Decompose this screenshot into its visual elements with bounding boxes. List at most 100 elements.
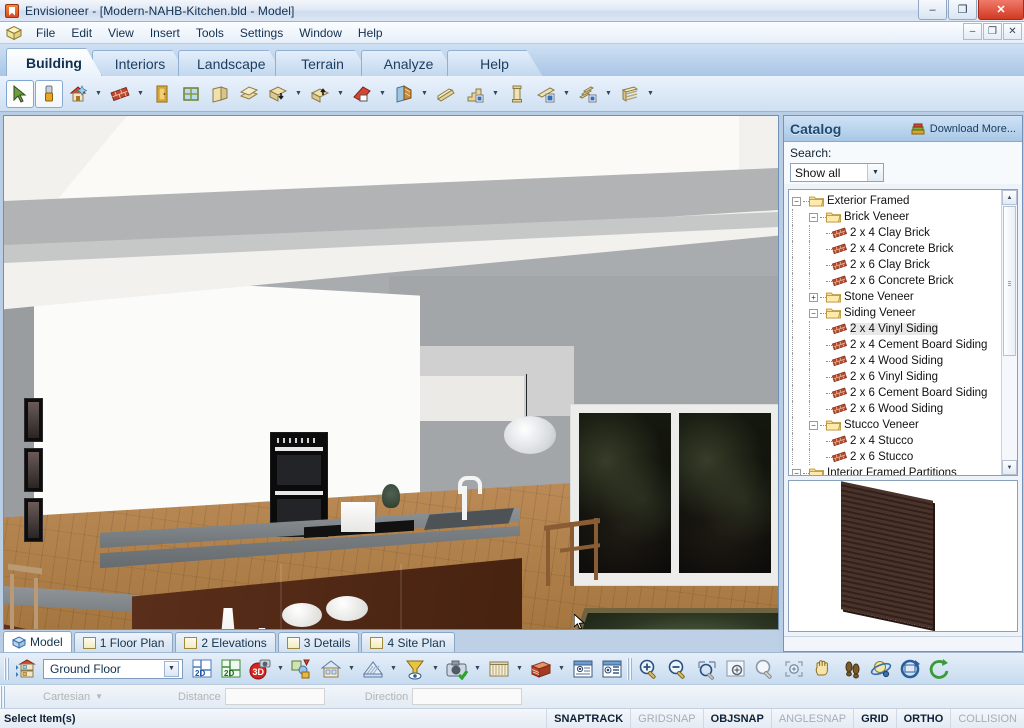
collapse-toggle-icon[interactable]: −	[792, 196, 801, 206]
catalog-tree-item[interactable]: 2 x 4 Vinyl Siding	[792, 321, 1001, 337]
beam-tool[interactable]	[532, 80, 560, 108]
catalog-tree-item[interactable]: 2 x 4 Concrete Brick	[792, 241, 1001, 257]
building-levels-icon[interactable]	[12, 655, 40, 683]
scroll-down-button[interactable]: ▼	[1002, 460, 1017, 475]
scroll-up-button[interactable]: ▲	[1002, 190, 1017, 205]
menu-item-edit[interactable]: Edit	[63, 23, 100, 43]
display-settings-button[interactable]	[569, 655, 597, 683]
door-tool[interactable]	[148, 80, 176, 108]
chevron-down-icon[interactable]: ▼	[135, 81, 146, 107]
view-tab-details[interactable]: 3 Details	[277, 632, 360, 652]
catalog-tree-item[interactable]: 2 x 4 Wood Siding	[792, 353, 1001, 369]
collapse-toggle-icon[interactable]: −	[809, 212, 818, 222]
distance-input[interactable]	[224, 688, 325, 705]
zoom-in-button[interactable]	[635, 655, 663, 683]
download-icon[interactable]	[911, 122, 925, 136]
visibility-filter-button[interactable]	[401, 655, 429, 683]
chevron-down-icon[interactable]: ▼	[93, 81, 104, 107]
catalog-tree-item[interactable]: 2 x 6 Concrete Brick	[792, 273, 1001, 289]
menu-item-insert[interactable]: Insert	[142, 23, 188, 43]
catalog-tree-folder[interactable]: − Stucco Veneer	[792, 417, 1001, 433]
status-ortho[interactable]: ORTHO	[895, 708, 951, 728]
status-collision[interactable]: COLLISION	[950, 708, 1024, 728]
auto-build-house-tool[interactable]	[64, 80, 92, 108]
status-grid[interactable]: GRID	[853, 708, 896, 728]
3d-model-viewport[interactable]	[3, 115, 779, 630]
catalog-tree-item[interactable]: 2 x 4 Cement Board Siding	[792, 337, 1001, 353]
direction-input[interactable]	[412, 688, 523, 705]
catalog-tree-folder[interactable]: − Brick Veneer	[792, 209, 1001, 225]
status-anglesnap[interactable]: ANGLESNAP	[770, 708, 853, 728]
refresh-view-button[interactable]	[925, 655, 953, 683]
chevron-down-icon[interactable]: ▼	[514, 656, 525, 682]
select-arrow-tool[interactable]	[6, 79, 34, 108]
wall-opening-tool[interactable]	[206, 80, 234, 108]
input-bar-grip[interactable]	[0, 685, 5, 708]
walkthrough-button[interactable]	[838, 655, 866, 683]
roof-tool[interactable]	[348, 80, 376, 108]
zoom-extents-button[interactable]	[780, 655, 808, 683]
stairs-tool[interactable]	[461, 80, 489, 108]
view-tab-model[interactable]: Model	[3, 631, 72, 652]
view-tab-site-plan[interactable]: 4 Site Plan	[361, 632, 455, 652]
status-objsnap[interactable]: OBJSNAP	[702, 708, 771, 728]
view-2d-plan-button[interactable]: 2D	[188, 655, 216, 683]
catalog-tree-item[interactable]: 2 x 4 Clay Brick	[792, 225, 1001, 241]
menu-item-view[interactable]: View	[100, 23, 142, 43]
mdi-close-button[interactable]: ✕	[1003, 23, 1022, 40]
window-tool[interactable]	[177, 80, 205, 108]
chevron-down-icon[interactable]: ▼	[430, 656, 441, 682]
catalog-tree-item[interactable]: 2 x 6 Clay Brick	[792, 257, 1001, 273]
chevron-down-icon[interactable]: ▼	[275, 656, 286, 682]
tab-building[interactable]: Building	[6, 48, 102, 76]
catalog-tree-scrollbar[interactable]: ▲ ▼	[1001, 190, 1017, 475]
cube-icon[interactable]	[5, 25, 23, 41]
wall-brick-tool[interactable]	[106, 80, 134, 108]
expand-toggle-icon[interactable]: +	[809, 292, 818, 302]
catalog-tree-item[interactable]: 2 x 6 Cement Board Siding	[792, 385, 1001, 401]
floor-level-dropdown[interactable]: Ground Floor ▼	[43, 658, 183, 679]
download-more-link[interactable]: Download More...	[930, 123, 1016, 135]
deck-tool[interactable]	[616, 80, 644, 108]
rotate-view-button[interactable]	[896, 655, 924, 683]
scroll-thumb[interactable]	[1003, 206, 1016, 356]
minimize-button[interactable]: –	[918, 0, 947, 20]
view-3d-button[interactable]: 3D	[246, 655, 274, 683]
status-snaptrack[interactable]: SNAPTRACK	[546, 708, 630, 728]
close-button[interactable]: ✕	[978, 0, 1024, 20]
chevron-down-icon[interactable]: ▼	[377, 81, 388, 107]
catalog-tree-item[interactable]: 2 x 4 Stucco	[792, 433, 1001, 449]
tab-help[interactable]: Help	[447, 50, 543, 76]
dormer-tool[interactable]	[390, 80, 418, 108]
chevron-down-icon[interactable]: ▼	[346, 656, 357, 682]
paintbrush-tool[interactable]	[35, 79, 63, 108]
view-tab-elevations[interactable]: 2 Elevations	[175, 632, 276, 652]
coordinate-mode-dropdown[interactable]: Cartesian ▼	[8, 691, 138, 703]
catalog-tree[interactable]: − Exterior Framed − Brick Veneer 2 x 4 Clay …	[789, 190, 1001, 475]
view-properties-button[interactable]	[598, 655, 626, 683]
chevron-down-icon[interactable]: ▼	[472, 656, 483, 682]
toolbar-grip[interactable]	[627, 657, 632, 680]
render-style-button[interactable]	[288, 655, 316, 683]
chevron-down-icon[interactable]: ▼	[490, 81, 501, 107]
zoom-selection-button[interactable]	[693, 655, 721, 683]
chevron-down-icon[interactable]: ▼	[867, 164, 883, 181]
view-tab-floor-plan[interactable]: 1 Floor Plan	[73, 632, 174, 652]
materials-button[interactable]	[527, 655, 555, 683]
tab-landscape[interactable]: Landscape	[178, 50, 285, 76]
chevron-down-icon[interactable]: ▼	[556, 656, 567, 682]
catalog-tree-item[interactable]: 2 x 6 Stucco	[792, 449, 1001, 465]
column-tool[interactable]	[503, 80, 531, 108]
chevron-down-icon[interactable]: ▼	[335, 81, 346, 107]
toolbar-grip[interactable]	[4, 657, 9, 680]
catalog-tree-item[interactable]: 2 x 6 Wood Siding	[792, 401, 1001, 417]
catalog-tree-folder[interactable]: − Exterior Framed	[792, 193, 1001, 209]
menu-item-tools[interactable]: Tools	[188, 23, 232, 43]
chevron-down-icon[interactable]: ▼	[645, 81, 656, 107]
zoom-window-button[interactable]	[722, 655, 750, 683]
restore-button[interactable]: ❐	[948, 0, 977, 20]
mdi-minimize-button[interactable]: –	[963, 23, 982, 40]
status-gridsnap[interactable]: GRIDSNAP	[630, 708, 702, 728]
zoom-previous-button[interactable]	[751, 655, 779, 683]
ramp-tool[interactable]	[432, 80, 460, 108]
